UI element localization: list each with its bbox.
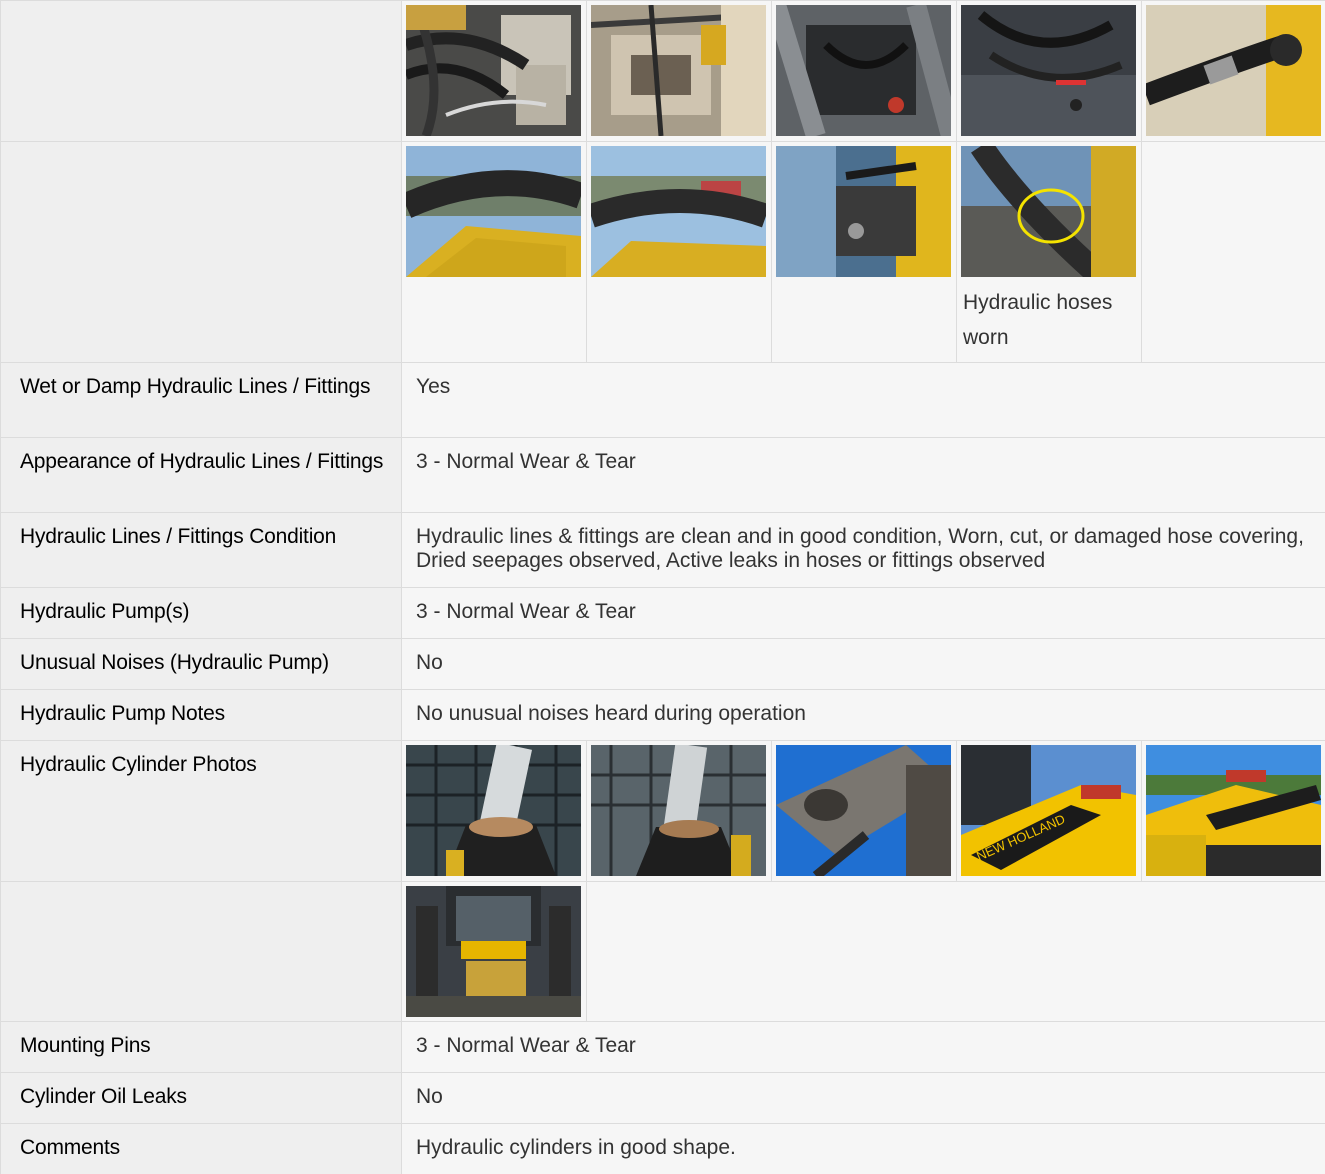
- field-row: Wet or Damp Hydraulic Lines / Fittings Y…: [0, 362, 1325, 437]
- photo-cell: [402, 741, 587, 881]
- photo-cell: [587, 741, 772, 881]
- field-row: Comments Hydraulic cylinders in good sha…: [0, 1123, 1325, 1174]
- field-label: Hydraulic Pump Notes: [1, 690, 402, 740]
- photo-grid: [402, 1, 1325, 141]
- field-value: 3 - Normal Wear & Tear: [402, 1022, 1325, 1072]
- field-value: No: [402, 639, 1325, 689]
- photo-cell: [1142, 741, 1325, 881]
- hydraulic-lines-photo-row-1: [0, 0, 1325, 141]
- cylinder-rod-photo[interactable]: [591, 745, 766, 876]
- field-label: Unusual Noises (Hydraulic Pump): [1, 639, 402, 689]
- empty-label-cell: [1, 142, 402, 362]
- empty-photo-cell: [1142, 142, 1325, 362]
- field-label: Cylinder Oil Leaks: [1, 1073, 402, 1123]
- cab-side-fittings-photo[interactable]: [776, 146, 951, 277]
- cylinder-rod-photo[interactable]: [406, 745, 581, 876]
- worn-hoses-photo[interactable]: [961, 146, 1136, 277]
- loader-side-photo[interactable]: [1146, 745, 1321, 876]
- field-row: Hydraulic Pump(s) 3 - Normal Wear & Tear: [0, 587, 1325, 638]
- hydraulic-lines-photo-row-2: Hydraulic hoses worn: [0, 141, 1325, 362]
- photo-cell: [772, 741, 957, 881]
- field-value: 3 - Normal Wear & Tear: [402, 438, 1325, 512]
- field-label: Mounting Pins: [1, 1022, 402, 1072]
- hydraulic-valve-photo[interactable]: [591, 5, 766, 136]
- boom-pivot-photo[interactable]: [776, 745, 951, 876]
- photo-cell: NEW HOLLAND: [957, 741, 1142, 881]
- field-value: No unusual noises heard during operation: [402, 690, 1325, 740]
- photo-cell: [402, 1, 587, 141]
- photo-cell: [772, 1, 957, 141]
- hydraulic-hoses-photo[interactable]: [406, 5, 581, 136]
- engine-bay-photo[interactable]: [776, 5, 951, 136]
- hose-fitting-photo[interactable]: [1146, 5, 1321, 136]
- field-row: Cylinder Oil Leaks No: [0, 1072, 1325, 1123]
- hydraulic-lines-bay-photo[interactable]: [961, 5, 1136, 136]
- photo-grid: [402, 882, 1325, 1021]
- field-label: Appearance of Hydraulic Lines / Fittings: [1, 438, 402, 512]
- field-row: Mounting Pins 3 - Normal Wear & Tear: [0, 1021, 1325, 1072]
- empty-label-cell: [1, 882, 402, 1021]
- field-row: Hydraulic Pump Notes No unusual noises h…: [0, 689, 1325, 740]
- field-value: Hydraulic lines & fittings are clean and…: [402, 513, 1325, 587]
- loader-front-photo[interactable]: [406, 886, 581, 1017]
- empty-label-cell: [1, 1, 402, 141]
- empty-photo-cell: [587, 882, 772, 1021]
- photo-cell: [772, 142, 957, 362]
- inspection-report: Hydraulic hoses worn Wet or Damp Hydraul…: [0, 0, 1325, 1174]
- photo-cell: Hydraulic hoses worn: [957, 142, 1142, 362]
- field-label: Wet or Damp Hydraulic Lines / Fittings: [1, 363, 402, 437]
- photo-cell: [587, 142, 772, 362]
- cylinder-photo-row-2: [0, 881, 1325, 1021]
- field-label: Hydraulic Lines / Fittings Condition: [1, 513, 402, 587]
- field-value: 3 - Normal Wear & Tear: [402, 588, 1325, 638]
- loader-arm-photo[interactable]: [591, 146, 766, 277]
- photo-cell: [957, 1, 1142, 141]
- field-value: No: [402, 1073, 1325, 1123]
- cylinder-photos-label: Hydraulic Cylinder Photos: [1, 741, 402, 881]
- photo-cell: [402, 882, 587, 1021]
- field-value: Yes: [402, 363, 1325, 437]
- field-label: Hydraulic Pump(s): [1, 588, 402, 638]
- photo-cell: [1142, 1, 1325, 141]
- field-row: Hydraulic Lines / Fittings Condition Hyd…: [0, 512, 1325, 587]
- cylinder-photo-row-1: Hydraulic Cylinder Photos NEW HOLLAND: [0, 740, 1325, 881]
- photo-grid: Hydraulic hoses worn: [402, 142, 1325, 362]
- loader-arm-hoses-photo[interactable]: [406, 146, 581, 277]
- new-holland-loader-photo[interactable]: NEW HOLLAND: [961, 745, 1136, 876]
- field-row: Appearance of Hydraulic Lines / Fittings…: [0, 437, 1325, 512]
- field-row: Unusual Noises (Hydraulic Pump) No: [0, 638, 1325, 689]
- photo-caption: Hydraulic hoses worn: [963, 291, 1113, 349]
- photo-cell: [587, 1, 772, 141]
- photo-grid: NEW HOLLAND: [402, 741, 1325, 881]
- photo-cell: [402, 142, 587, 362]
